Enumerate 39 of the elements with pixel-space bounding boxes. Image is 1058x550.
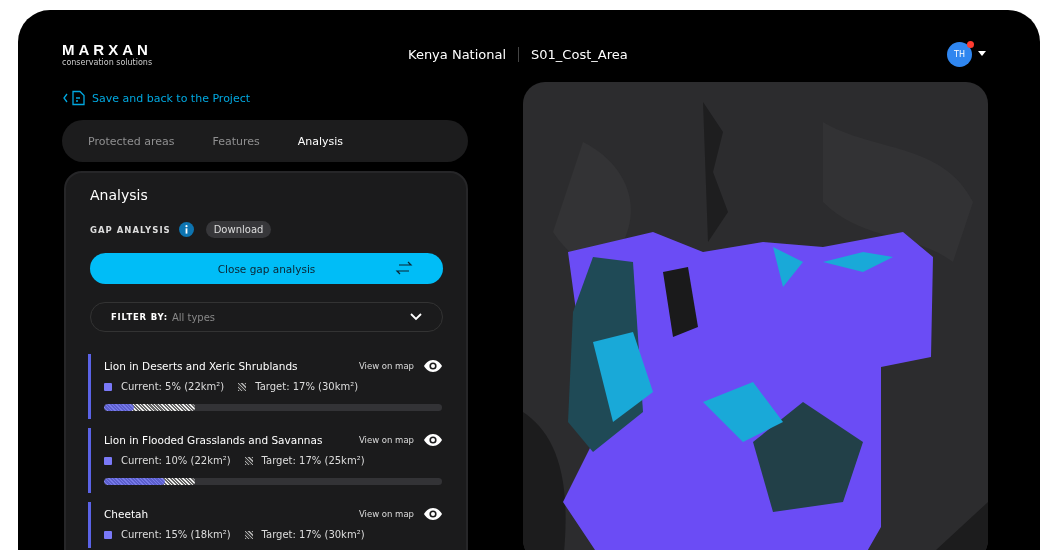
target-legend-swatch xyxy=(244,456,253,465)
close-gap-analysis-button[interactable]: Close gap analysis xyxy=(90,253,443,284)
chevron-down-icon xyxy=(410,313,422,321)
feature-name: Lion in Flooded Grasslands and Savannas xyxy=(104,434,323,446)
feature-name: Lion in Deserts and Xeric Shrublands xyxy=(104,360,298,372)
eye-icon[interactable] xyxy=(424,360,442,372)
scenario-title: S01_Cost_Area xyxy=(530,46,628,62)
view-on-map-link[interactable]: View on map xyxy=(358,435,414,445)
current-legend-swatch xyxy=(104,456,112,465)
view-on-map-link[interactable]: View on map xyxy=(358,509,414,519)
tab[interactable]: Protected areas xyxy=(80,130,183,152)
target-legend-swatch xyxy=(244,530,253,539)
eye-icon[interactable] xyxy=(424,434,442,446)
caret-icon[interactable] xyxy=(978,51,986,57)
target-value: Target: 17% (30km²) xyxy=(261,529,365,540)
target-legend-swatch xyxy=(238,382,247,391)
feature-name: Cheetah xyxy=(104,508,149,520)
panel-title: Analysis xyxy=(90,187,149,203)
current-legend-swatch xyxy=(104,530,112,539)
info-icon[interactable] xyxy=(178,222,194,237)
project-title: Kenya National xyxy=(408,46,520,62)
view-on-map-link[interactable]: View on map xyxy=(358,361,414,371)
current-value: Current: 10% (22km²) xyxy=(121,455,231,466)
back-link[interactable]: Save and back to the Project xyxy=(62,88,468,108)
current-value: Current: 15% (18km²) xyxy=(121,529,231,540)
logo-tagline: conservation solutions xyxy=(62,58,154,67)
eye-icon[interactable] xyxy=(424,508,442,520)
current-value: Current: 5% (22km²) xyxy=(121,381,225,392)
swap-arrows-icon xyxy=(395,259,413,277)
section-label: GAP ANALYSIS xyxy=(90,224,171,235)
download-button[interactable]: Download xyxy=(205,221,272,238)
target-value: Target: 17% (25km²) xyxy=(261,455,365,466)
logo-wordmark: MARXAN xyxy=(62,41,153,58)
current-legend-swatch xyxy=(104,382,112,391)
tab[interactable]: Analysis xyxy=(289,130,352,152)
user-avatar[interactable]: TH xyxy=(947,41,972,67)
target-value: Target: 17% (30km²) xyxy=(255,381,359,392)
back-document-icon xyxy=(62,90,88,106)
tab[interactable]: Features xyxy=(204,130,268,152)
